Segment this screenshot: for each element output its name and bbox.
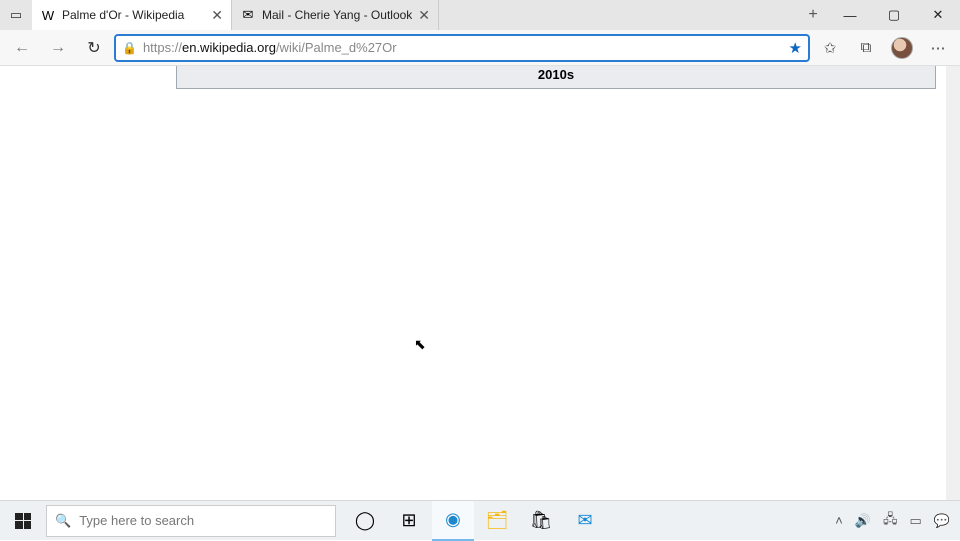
back-button[interactable]: ← [6, 33, 38, 63]
tray-chevron-icon[interactable]: ˄ [835, 513, 843, 528]
titlebar: ▭ W Palme d'Or - Wikipedia ✕ ✉ Mail - Cherie… [0, 0, 960, 30]
favorites-bar-icon[interactable]: ✩ [814, 33, 846, 63]
cortana-icon[interactable]: ◯ [344, 501, 386, 541]
refresh-button[interactable]: ↻ [78, 33, 110, 63]
vertical-scrollbar[interactable] [946, 66, 960, 500]
tab-label: Mail - Cherie Yang - Outlook [262, 8, 412, 22]
tab-close-icon[interactable]: ✕ [418, 7, 430, 24]
mail-icon[interactable]: ✉ [564, 501, 606, 541]
toolbar: ← → ↻ 🔒 https://en.wikipedia.org/wiki/Pa… [0, 30, 960, 66]
tab-favicon: W [40, 7, 56, 23]
start-button[interactable] [0, 513, 46, 529]
browser-tab[interactable]: W Palme d'Or - Wikipedia ✕ [32, 0, 232, 30]
tab-close-icon[interactable]: ✕ [211, 7, 223, 24]
browser-tab[interactable]: ✉ Mail - Cherie Yang - Outlook ✕ [232, 0, 439, 30]
decade-header: 2010s [177, 66, 936, 89]
windows-logo-icon [15, 513, 31, 529]
notifications-icon[interactable]: 💬 [934, 513, 950, 529]
taskbar-search[interactable]: 🔍 Type here to search [46, 505, 336, 537]
task-view-icon[interactable]: ⊞ [388, 501, 430, 541]
url-text: https://en.wikipedia.org/wiki/Palme_d%27… [143, 40, 783, 55]
volume-icon[interactable]: 🔊 [855, 513, 871, 529]
profile-avatar[interactable] [886, 33, 918, 63]
maximize-button[interactable]: ▢ [872, 0, 916, 30]
forward-button: → [42, 33, 74, 63]
system-tray: ˄ 🔊 🖧 ▭ 💬 [835, 510, 960, 532]
taskbar: 🔍 Type here to search ◯ ⊞ ◉ 🗂 🛍 ✉ ˄ 🔊 🖧 … [0, 500, 960, 540]
collections-icon[interactable]: ⧉ [850, 33, 882, 63]
favorite-icon[interactable]: ★ [789, 39, 802, 57]
awards-table: 2010s [176, 66, 936, 89]
network-icon[interactable]: 🖧 [883, 510, 898, 532]
more-menu-icon[interactable]: ⋯ [922, 33, 954, 63]
explorer-icon[interactable]: 🗂 [476, 501, 518, 541]
window-controls: — ▢ ✕ [828, 0, 960, 30]
tab-strip: W Palme d'Or - Wikipedia ✕ ✉ Mail - Cherie Y… [32, 0, 798, 30]
search-icon: 🔍 [55, 513, 71, 529]
tab-actions-icon[interactable]: ▭ [0, 0, 32, 30]
store-icon[interactable]: 🛍 [520, 501, 562, 541]
lock-icon: 🔒 [122, 41, 137, 55]
close-window-button[interactable]: ✕ [916, 0, 960, 30]
page-content: 2010s ⬉ [0, 66, 946, 500]
address-bar[interactable]: 🔒 https://en.wikipedia.org/wiki/Palme_d%… [114, 34, 810, 62]
search-placeholder: Type here to search [79, 513, 194, 528]
mouse-cursor: ⬉ [414, 336, 426, 353]
minimize-button[interactable]: — [828, 0, 872, 30]
tab-favicon: ✉ [240, 7, 256, 23]
new-tab-button[interactable]: + [798, 0, 828, 30]
ime-icon[interactable]: ▭ [910, 513, 922, 529]
tab-label: Palme d'Or - Wikipedia [62, 8, 205, 22]
edge-icon[interactable]: ◉ [432, 501, 474, 541]
